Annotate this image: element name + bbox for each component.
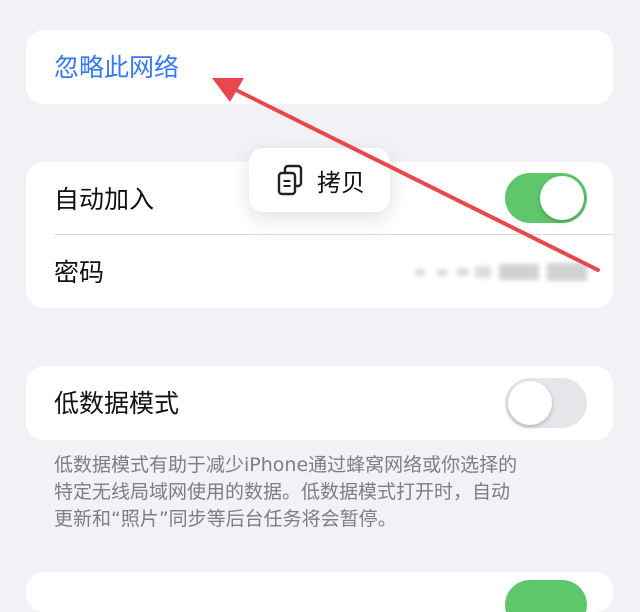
low-data-mode-footnote: 低数据模式有助于减少iPhone通过蜂窝网络或你选择的 特定无线局域网使用的数据… <box>54 454 518 530</box>
toggle-knob <box>540 176 584 220</box>
forget-network-button[interactable]: 忽略此网络 <box>54 48 179 84</box>
mask-block <box>437 269 447 276</box>
copy-icon <box>277 164 303 196</box>
low-data-mode-card: 低数据模式 <box>26 366 613 440</box>
mask-block <box>499 264 539 280</box>
next-toggle[interactable] <box>505 580 587 612</box>
low-data-mode-label: 低数据模式 <box>54 389 180 418</box>
auto-join-label: 自动加入 <box>54 185 155 214</box>
forget-network-card: 忽略此网络 <box>26 30 613 104</box>
low-data-mode-row: 低数据模式 <box>26 366 613 438</box>
toggle-knob <box>508 381 552 425</box>
next-settings-card <box>26 572 613 612</box>
mask-block <box>415 269 425 276</box>
copy-label: 拷贝 <box>317 169 365 197</box>
password-label: 密码 <box>54 258 105 287</box>
forget-network-row[interactable]: 忽略此网络 <box>26 30 613 102</box>
password-value-masked <box>415 261 587 283</box>
mask-block <box>457 268 469 276</box>
mask-block <box>475 266 491 278</box>
mask-block <box>547 263 587 281</box>
password-row[interactable]: 密码 <box>26 235 613 307</box>
copy-menu-item[interactable]: 拷贝 <box>249 148 390 212</box>
auto-join-toggle[interactable] <box>505 173 587 223</box>
low-data-mode-toggle[interactable] <box>505 378 587 428</box>
